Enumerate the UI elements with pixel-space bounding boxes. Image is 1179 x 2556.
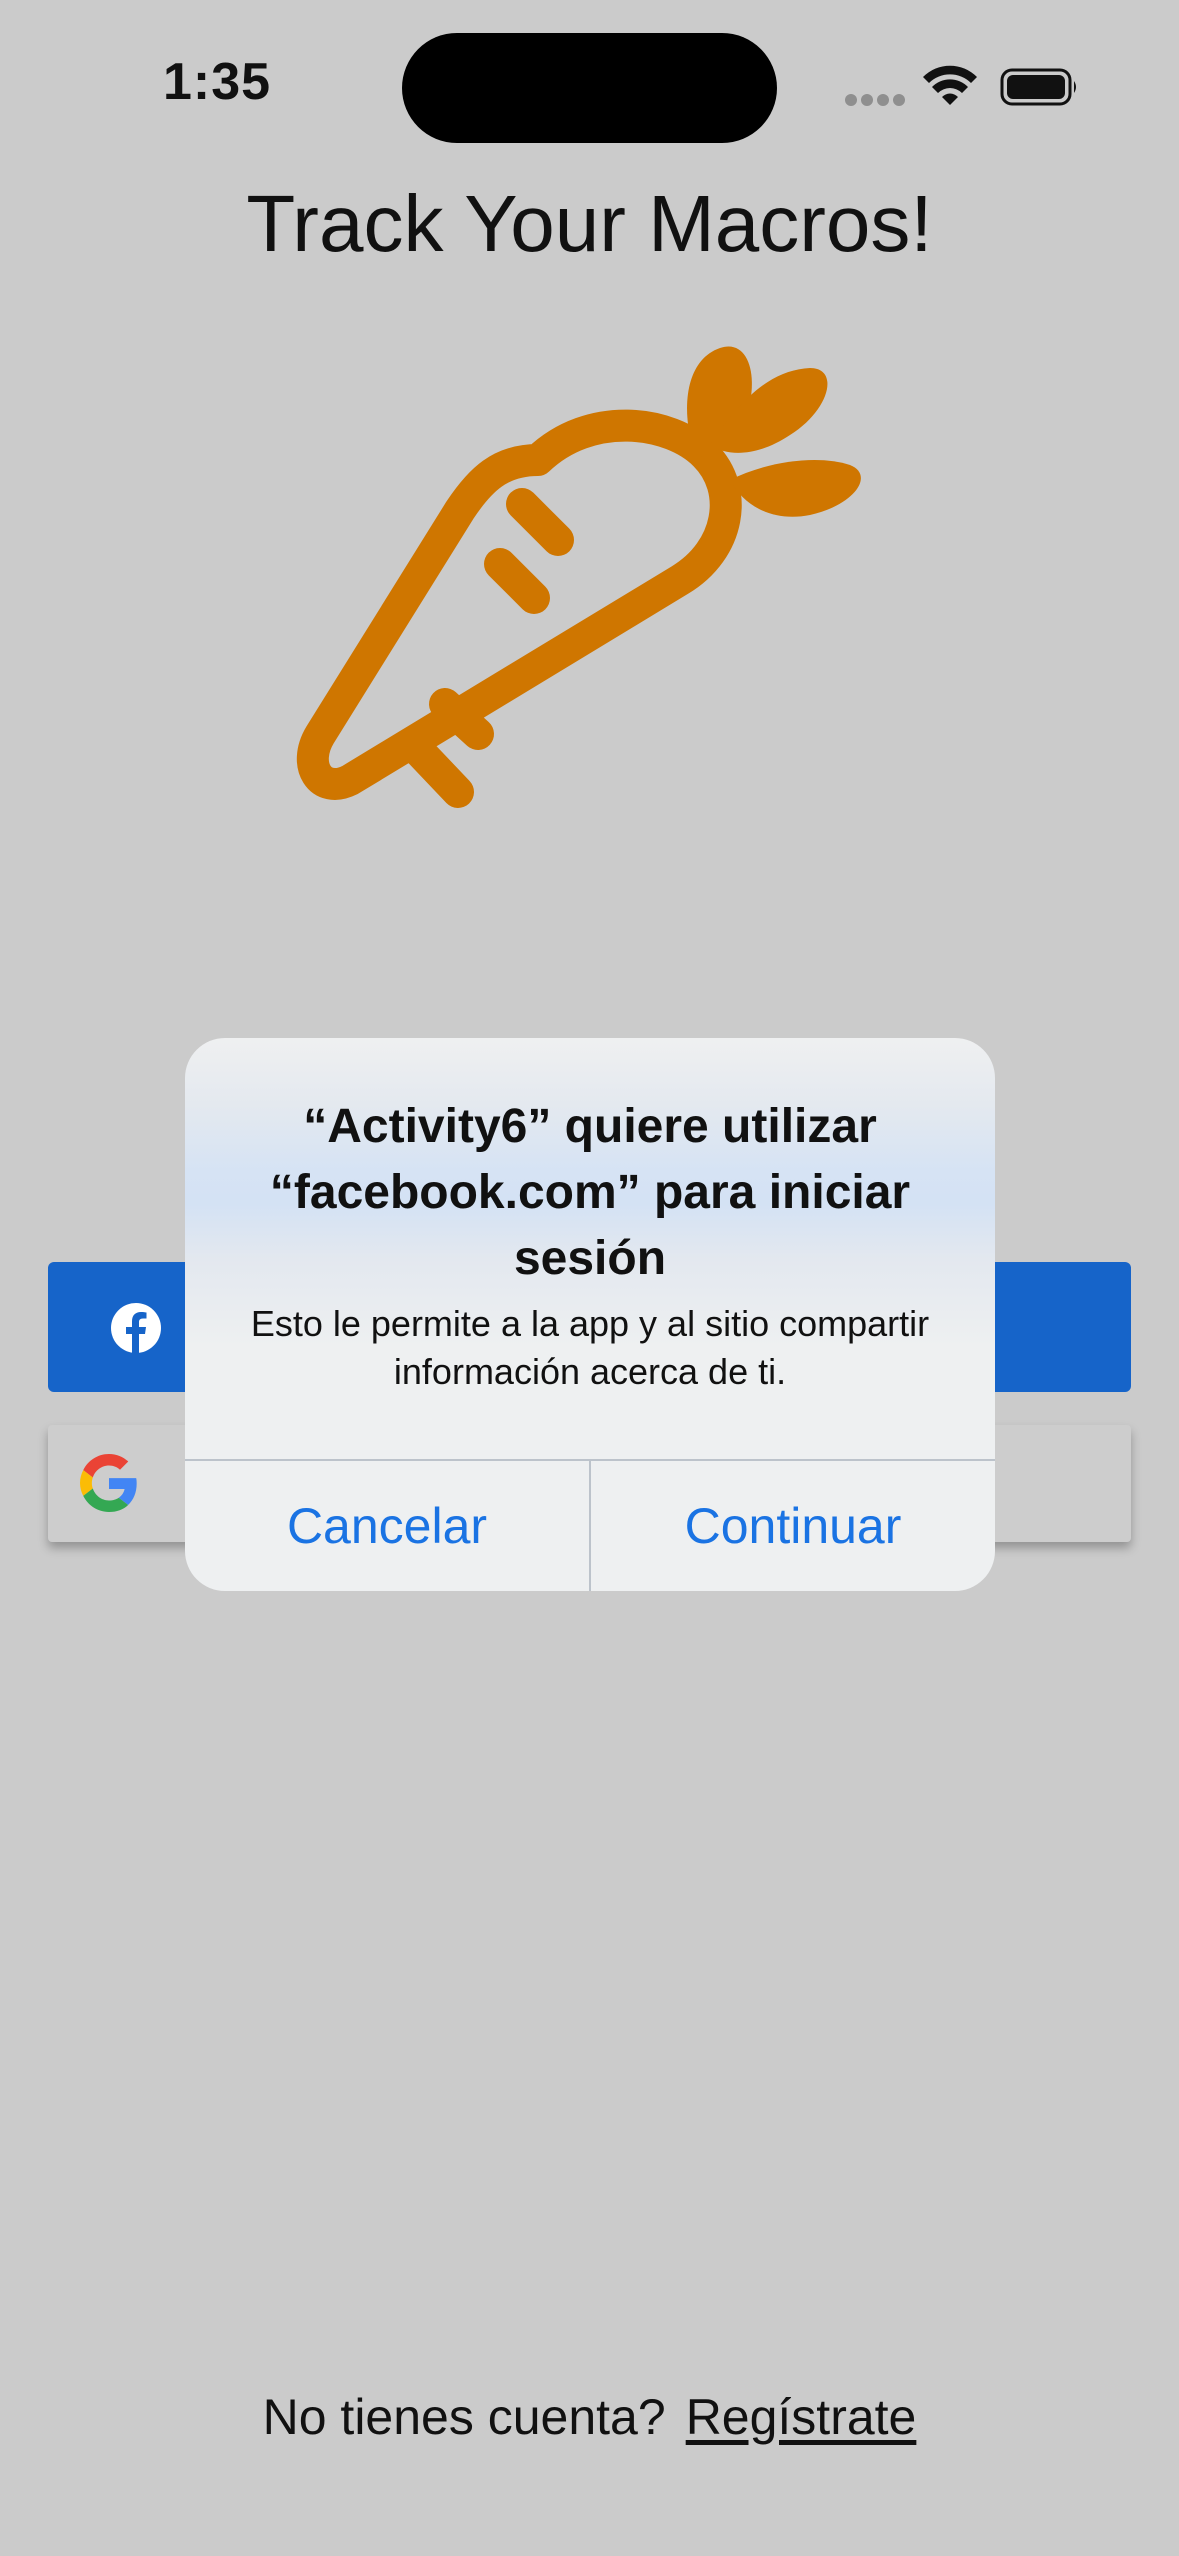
signup-prompt: No tienes cuenta? Regístrate (0, 2388, 1179, 2446)
status-time: 1:35 (163, 53, 272, 111)
alert-message: Esto le permite a la app y al sitio comp… (250, 1303, 930, 1392)
facebook-icon (111, 1303, 161, 1354)
carrot-icon (296, 346, 861, 808)
battery-icon (1000, 68, 1076, 106)
alert-title: “Activity6” quiere utilizar “facebook.co… (269, 1100, 911, 1285)
wifi-icon (923, 65, 977, 105)
status-bar: 1:35 (0, 0, 1179, 150)
continue-button[interactable]: Continuar (591, 1461, 995, 1591)
cellular-signal-icon (845, 94, 907, 110)
signup-link[interactable]: Regístrate (686, 2389, 917, 2445)
app-title: Track Your Macros! (246, 179, 933, 268)
signup-prompt-text: No tienes cuenta? (262, 2389, 666, 2445)
google-icon (80, 1454, 137, 1512)
dynamic-island (402, 33, 777, 143)
cancel-button[interactable]: Cancelar (185, 1461, 589, 1591)
sign-in-permission-alert: “Activity6” quiere utilizar “facebook.co… (185, 1038, 995, 1591)
